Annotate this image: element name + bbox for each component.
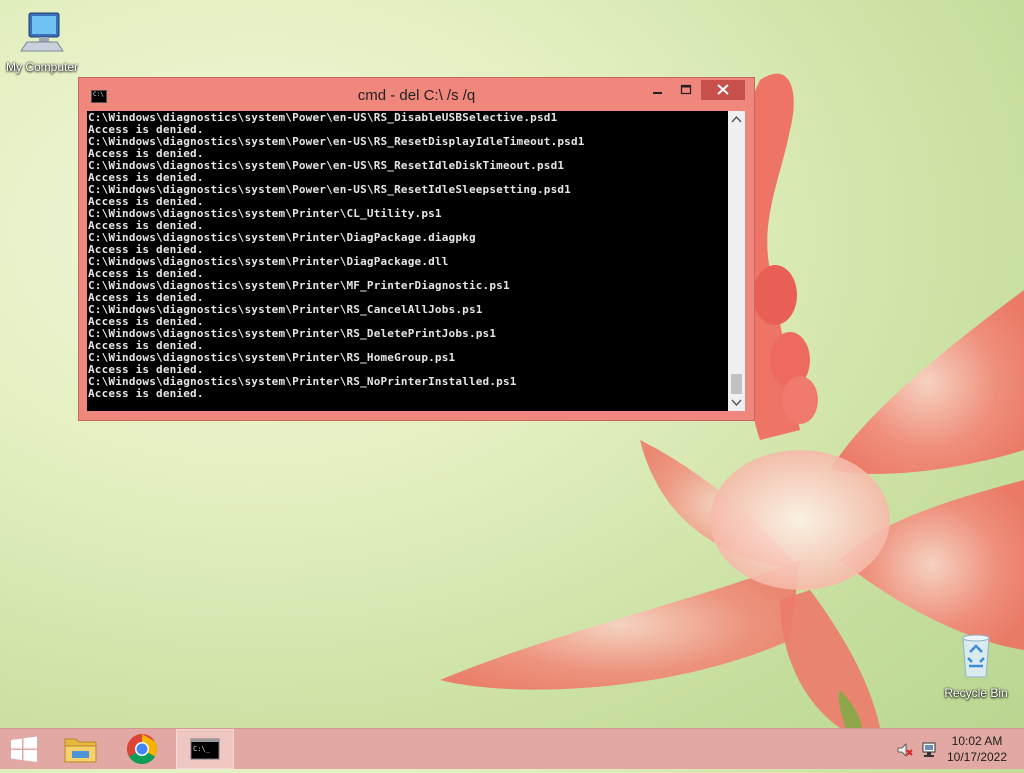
file-explorer-button[interactable] xyxy=(58,729,104,769)
window-titlebar[interactable]: C:\ cmd - del C:\ /s /q xyxy=(79,78,754,109)
close-icon xyxy=(717,84,729,95)
desktop-icon-label: My Computer xyxy=(5,60,79,74)
scroll-down-button[interactable] xyxy=(728,394,745,411)
file-explorer-icon xyxy=(64,738,97,763)
speaker-muted-icon xyxy=(897,743,913,757)
clock-time: 10:02 AM xyxy=(951,734,1003,748)
minimize-button[interactable] xyxy=(644,80,670,100)
scroll-down-icon xyxy=(731,399,742,407)
desktop-icon-my-computer[interactable]: My Computer xyxy=(0,10,84,74)
network-icon xyxy=(922,742,936,757)
chrome-button[interactable] xyxy=(118,729,166,769)
close-button[interactable] xyxy=(701,80,745,100)
console-output[interactable]: C:\Windows\diagnostics\system\Power\en-U… xyxy=(87,111,736,411)
computer-icon xyxy=(20,12,64,52)
windows-logo-icon xyxy=(11,736,37,762)
scroll-thumb[interactable] xyxy=(731,374,742,394)
system-clock[interactable]: 10:02 AM 10/17/2022 xyxy=(940,733,1014,765)
recycle-bin-icon xyxy=(962,634,990,678)
volume-button[interactable] xyxy=(896,741,914,759)
cmd-icon: C:\_ xyxy=(190,738,220,760)
chrome-icon xyxy=(126,734,158,765)
scroll-up-icon xyxy=(731,115,742,123)
start-button[interactable] xyxy=(0,729,48,769)
clock-date: 10/17/2022 xyxy=(946,750,1008,764)
vertical-scrollbar[interactable] xyxy=(728,111,745,411)
scroll-up-button[interactable] xyxy=(728,111,745,128)
network-button[interactable] xyxy=(921,741,939,759)
cmd-window[interactable]: C:\ cmd - del C:\ /s /q C:\Windows\diagn… xyxy=(78,77,755,421)
desktop-icon-label: Recycle Bin xyxy=(944,686,1008,700)
cmd-taskbar-button[interactable]: C:\_ xyxy=(176,729,234,769)
cmd-icon-text: C:\_ xyxy=(193,745,211,753)
maximize-icon xyxy=(680,84,692,95)
desktop-icon-recycle-bin[interactable]: Recycle Bin xyxy=(934,632,1018,700)
maximize-button[interactable] xyxy=(673,80,699,100)
taskbar: C:\_ 10:02 AM 10/17/2022 xyxy=(0,728,1024,769)
console-line: Access is denied. xyxy=(88,387,204,400)
console-text: C:\Windows\diagnostics\system\Power\en-U… xyxy=(87,111,736,400)
minimize-icon xyxy=(653,92,662,94)
